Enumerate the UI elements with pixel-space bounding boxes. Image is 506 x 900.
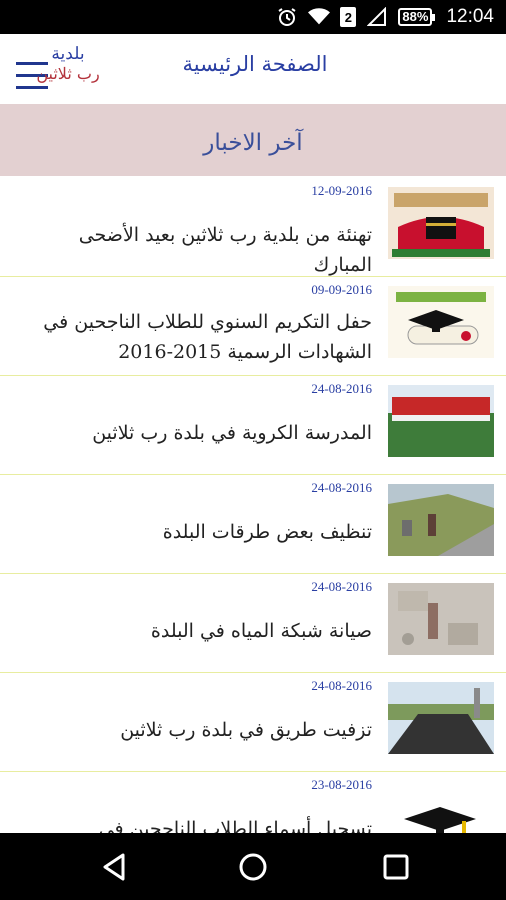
- news-title[interactable]: صيانة شبكة المياه في البلدة: [28, 616, 372, 646]
- news-item[interactable]: 24-08-2016 تزفيت طريق في بلدة رب ثلاثين: [0, 673, 506, 772]
- status-time: 12:04: [446, 6, 494, 27]
- news-date: 24-08-2016: [311, 381, 372, 396]
- news-item[interactable]: 23-08-2016 تسجيل أسماء الطلاب الناجحين ف…: [0, 772, 506, 833]
- news-item[interactable]: 12-09-2016 تهنئة من بلدية رب ثلاثين بعيد…: [0, 178, 506, 277]
- alarm-icon: [276, 6, 298, 28]
- navigation-bar: [0, 833, 506, 900]
- news-thumbnail: [388, 286, 494, 358]
- sim-icon: 2: [340, 7, 357, 27]
- news-item[interactable]: 24-08-2016 صيانة شبكة المياه في البلدة: [0, 574, 506, 673]
- logo-line-2: رب ثلاثين: [36, 64, 100, 83]
- news-list[interactable]: 12-09-2016 تهنئة من بلدية رب ثلاثين بعيد…: [0, 178, 506, 833]
- news-item[interactable]: 09-09-2016 حفل التكريم السنوي للطلاب الن…: [0, 277, 506, 376]
- news-date: 12-09-2016: [311, 183, 372, 198]
- news-title[interactable]: تهنئة من بلدية رب ثلاثين بعيد الأضحى الم…: [28, 220, 372, 280]
- page-title: الصفحة الرئيسية: [182, 52, 328, 76]
- wifi-icon: [308, 6, 331, 28]
- recent-apps-icon[interactable]: [380, 851, 412, 883]
- news-date: 24-08-2016: [311, 579, 372, 594]
- news-title[interactable]: تسجيل أسماء الطلاب الناجحين في الامتحانا…: [28, 814, 372, 833]
- news-item[interactable]: 24-08-2016 المدرسة الكروية في بلدة رب ثل…: [0, 376, 506, 475]
- news-title[interactable]: تنظيف بعض طرقات البلدة: [28, 517, 372, 547]
- status-icons: 2 88% 12:04: [276, 0, 494, 34]
- app-bar: الصفحة الرئيسية بلدية رب ثلاثين: [0, 34, 506, 104]
- news-thumbnail: [388, 682, 494, 754]
- municipality-logo[interactable]: بلدية رب ثلاثين: [28, 44, 108, 84]
- news-date: 24-08-2016: [311, 678, 372, 693]
- news-thumbnail: [388, 781, 494, 833]
- news-thumbnail: [388, 484, 494, 556]
- news-title[interactable]: حفل التكريم السنوي للطلاب الناجحين في ال…: [28, 307, 372, 367]
- news-thumbnail: [388, 583, 494, 655]
- home-icon[interactable]: [237, 851, 269, 883]
- news-thumbnail: [388, 385, 494, 457]
- news-thumbnail: [388, 187, 494, 259]
- news-date: 23-08-2016: [311, 777, 372, 792]
- news-date: 09-09-2016: [311, 282, 372, 297]
- news-item[interactable]: 24-08-2016 تنظيف بعض طرقات البلدة: [0, 475, 506, 574]
- news-title[interactable]: المدرسة الكروية في بلدة رب ثلاثين: [28, 418, 372, 448]
- status-bar: 2 88% 12:04: [0, 0, 506, 34]
- news-title[interactable]: تزفيت طريق في بلدة رب ثلاثين: [28, 715, 372, 745]
- news-date: 24-08-2016: [311, 480, 372, 495]
- section-title: آخر الاخبار: [203, 130, 303, 156]
- section-header: آخر الاخبار: [0, 104, 506, 176]
- signal-icon: [366, 6, 388, 28]
- back-icon[interactable]: [99, 851, 131, 883]
- logo-line-1: بلدية: [51, 44, 85, 64]
- battery-icon: 88%: [398, 8, 436, 26]
